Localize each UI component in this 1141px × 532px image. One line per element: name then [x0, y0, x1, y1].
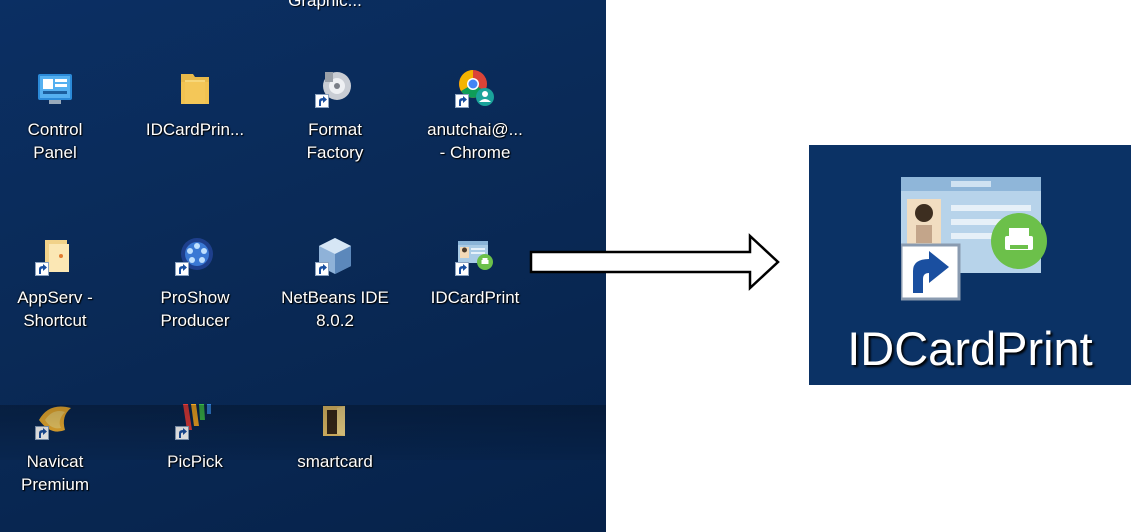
icon-label: - Chrome: [439, 143, 511, 162]
icon-label: Control: [27, 120, 83, 139]
zoomed-icon-label: IDCardPrint: [847, 322, 1093, 375]
shortcut-arrow-icon: [35, 426, 49, 440]
smartcard-folder-icon: [315, 400, 355, 440]
icon-label: ProShow: [160, 288, 230, 307]
folder-icon: [175, 68, 215, 108]
zoomed-icon-panel: IDCardPrint: [809, 145, 1131, 385]
control-panel-icon: [35, 68, 75, 108]
icon-label: NetBeans IDE: [281, 288, 389, 307]
idcardprint-icon: [455, 236, 495, 276]
icon-label: Factory: [306, 143, 364, 162]
partial-icon-label[interactable]: Graphic...: [265, 0, 385, 11]
desktop-icon-chrome-profile[interactable]: anutchai@... - Chrome: [405, 68, 545, 164]
proshow-icon: [175, 236, 215, 276]
desktop-icon-smartcard[interactable]: smartcard: [265, 400, 405, 473]
icon-label: IDCardPrint: [430, 288, 520, 307]
idcardprint-icon: [899, 173, 1051, 303]
desktop-icon-netbeans[interactable]: NetBeans IDE 8.0.2: [265, 236, 405, 332]
icon-label: Panel: [33, 143, 77, 162]
desktop-area: Graphic... Control Panel IDCardPrin... F…: [0, 0, 606, 532]
shortcut-arrow-icon: [455, 262, 469, 276]
desktop-icon-idcardprint-folder[interactable]: IDCardPrin...: [125, 68, 265, 141]
icon-label: anutchai@...: [427, 120, 523, 139]
icon-label: AppServ -: [17, 288, 93, 307]
desktop-icon-navicat[interactable]: Navicat Premium: [0, 400, 125, 496]
shortcut-arrow-icon: [315, 94, 329, 108]
icon-label: IDCardPrin...: [145, 120, 245, 139]
desktop-icon-control-panel[interactable]: Control Panel: [0, 68, 125, 164]
netbeans-icon: [315, 236, 355, 276]
desktop-icon-appserv[interactable]: AppServ - Shortcut: [0, 236, 125, 332]
shortcut-arrow-icon: [175, 262, 189, 276]
icon-label: 8.0.2: [316, 311, 354, 330]
format-factory-icon: [315, 68, 355, 108]
icon-label: Premium: [20, 475, 89, 494]
navicat-icon: [35, 400, 75, 440]
icon-label: PicPick: [167, 452, 223, 471]
appserv-icon: [35, 236, 75, 276]
chrome-profile-icon: [455, 68, 495, 108]
picpick-icon: [175, 400, 215, 440]
desktop-icon-idcardprint[interactable]: IDCardPrint: [405, 236, 545, 309]
shortcut-arrow-icon: [35, 262, 49, 276]
right-arrow-icon: [529, 233, 780, 291]
desktop-icon-proshow[interactable]: ProShow Producer: [125, 236, 265, 332]
icon-label: smartcard: [297, 452, 373, 471]
desktop-icon-picpick[interactable]: PicPick: [125, 400, 265, 473]
icon-label: Navicat: [26, 452, 84, 471]
shortcut-arrow-icon: [175, 426, 189, 440]
desktop-icon-format-factory[interactable]: Format Factory: [265, 68, 405, 164]
icon-label: Producer: [160, 311, 230, 330]
shortcut-arrow-icon: [455, 94, 469, 108]
icon-label: Format: [308, 120, 362, 139]
shortcut-arrow-icon: [315, 262, 329, 276]
icon-label: Shortcut: [23, 311, 87, 330]
